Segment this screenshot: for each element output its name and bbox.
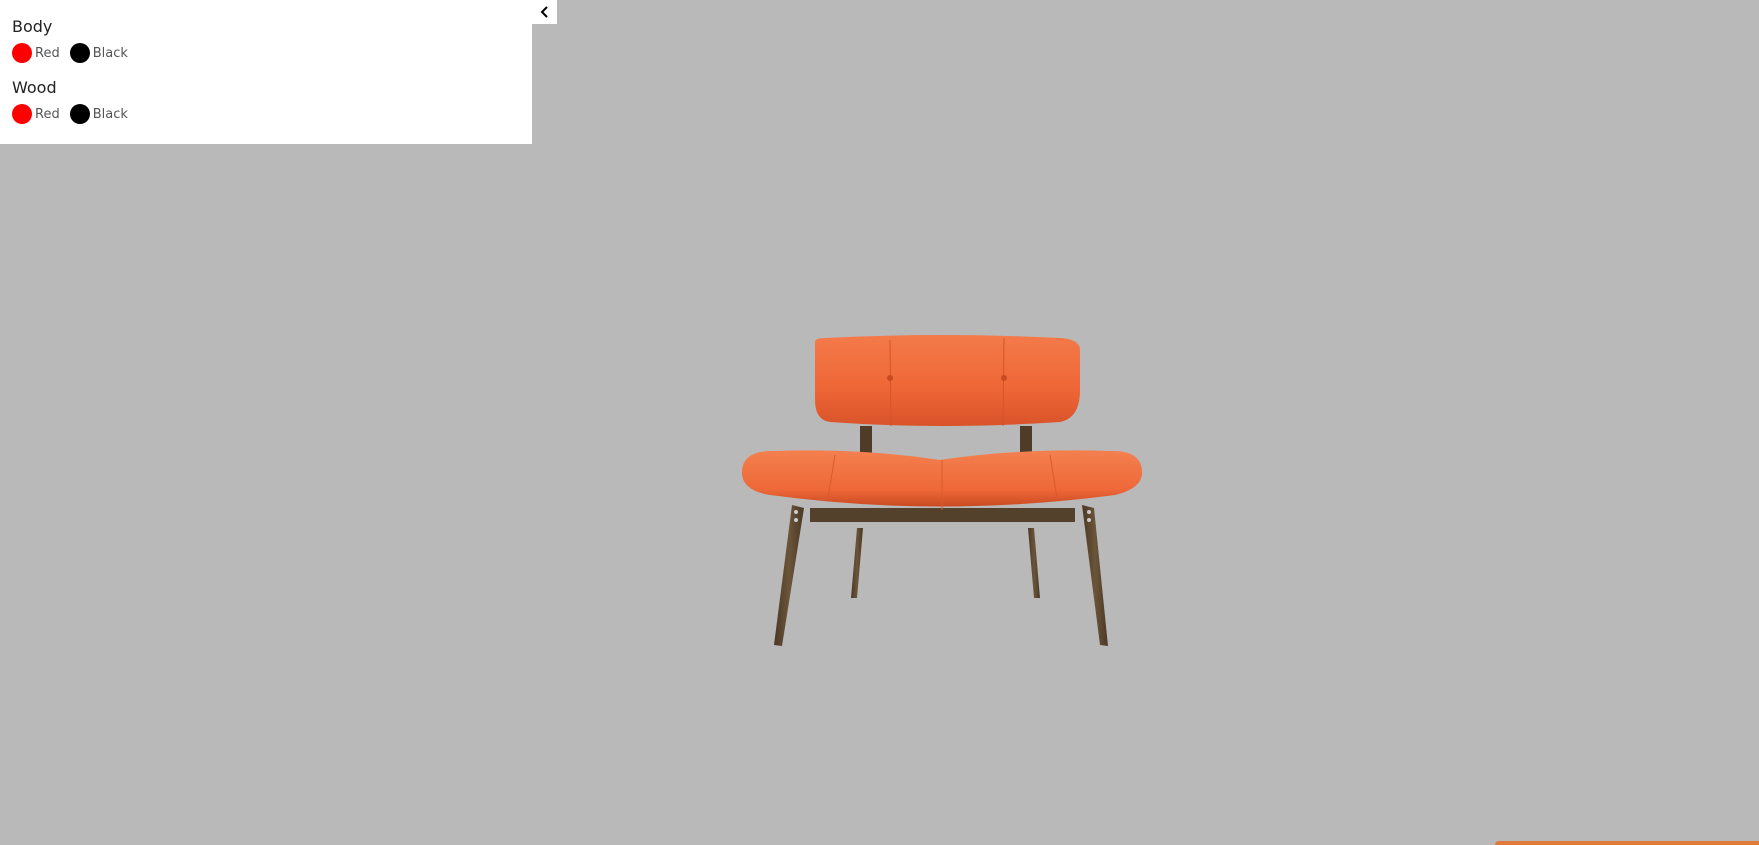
option-label: Red bbox=[35, 45, 60, 61]
black-swatch-icon bbox=[69, 104, 90, 124]
wood-option-black[interactable]: Black bbox=[69, 104, 128, 124]
chair-front-leg-right bbox=[1082, 505, 1108, 646]
chair-back-leg-right bbox=[1028, 528, 1040, 598]
section-body: Body Red Black bbox=[12, 16, 138, 64]
chair-front-leg-left bbox=[774, 505, 804, 646]
chair-model[interactable] bbox=[730, 330, 1155, 650]
option-label: Black bbox=[92, 45, 128, 61]
backrest-button-right bbox=[1001, 375, 1007, 381]
red-swatch-icon bbox=[12, 43, 32, 63]
black-swatch-icon bbox=[69, 43, 90, 63]
body-options: Red Black bbox=[12, 42, 138, 64]
options-panel: Body Red Black Wood Red Black bbox=[0, 0, 532, 144]
section-wood: Wood Red Black bbox=[12, 77, 138, 125]
chair-frame-rail bbox=[810, 508, 1075, 522]
collapse-panel-button[interactable] bbox=[532, 0, 557, 24]
body-option-red[interactable]: Red bbox=[12, 43, 60, 63]
backrest-button-left bbox=[887, 375, 893, 381]
section-title-body: Body bbox=[12, 17, 53, 36]
bottom-accent-bar bbox=[1495, 841, 1759, 845]
body-option-black[interactable]: Black bbox=[69, 43, 128, 63]
option-label: Black bbox=[92, 106, 128, 122]
wood-options: Red Black bbox=[12, 103, 138, 125]
chair-back-support-left bbox=[860, 426, 872, 456]
chair-backrest bbox=[815, 335, 1080, 426]
option-label: Red bbox=[35, 106, 60, 122]
chair-back-leg-left bbox=[851, 528, 863, 598]
wood-option-red[interactable]: Red bbox=[12, 104, 60, 124]
chevron-left-icon bbox=[540, 6, 548, 18]
red-swatch-icon bbox=[12, 104, 32, 124]
section-title-wood: Wood bbox=[12, 78, 57, 97]
